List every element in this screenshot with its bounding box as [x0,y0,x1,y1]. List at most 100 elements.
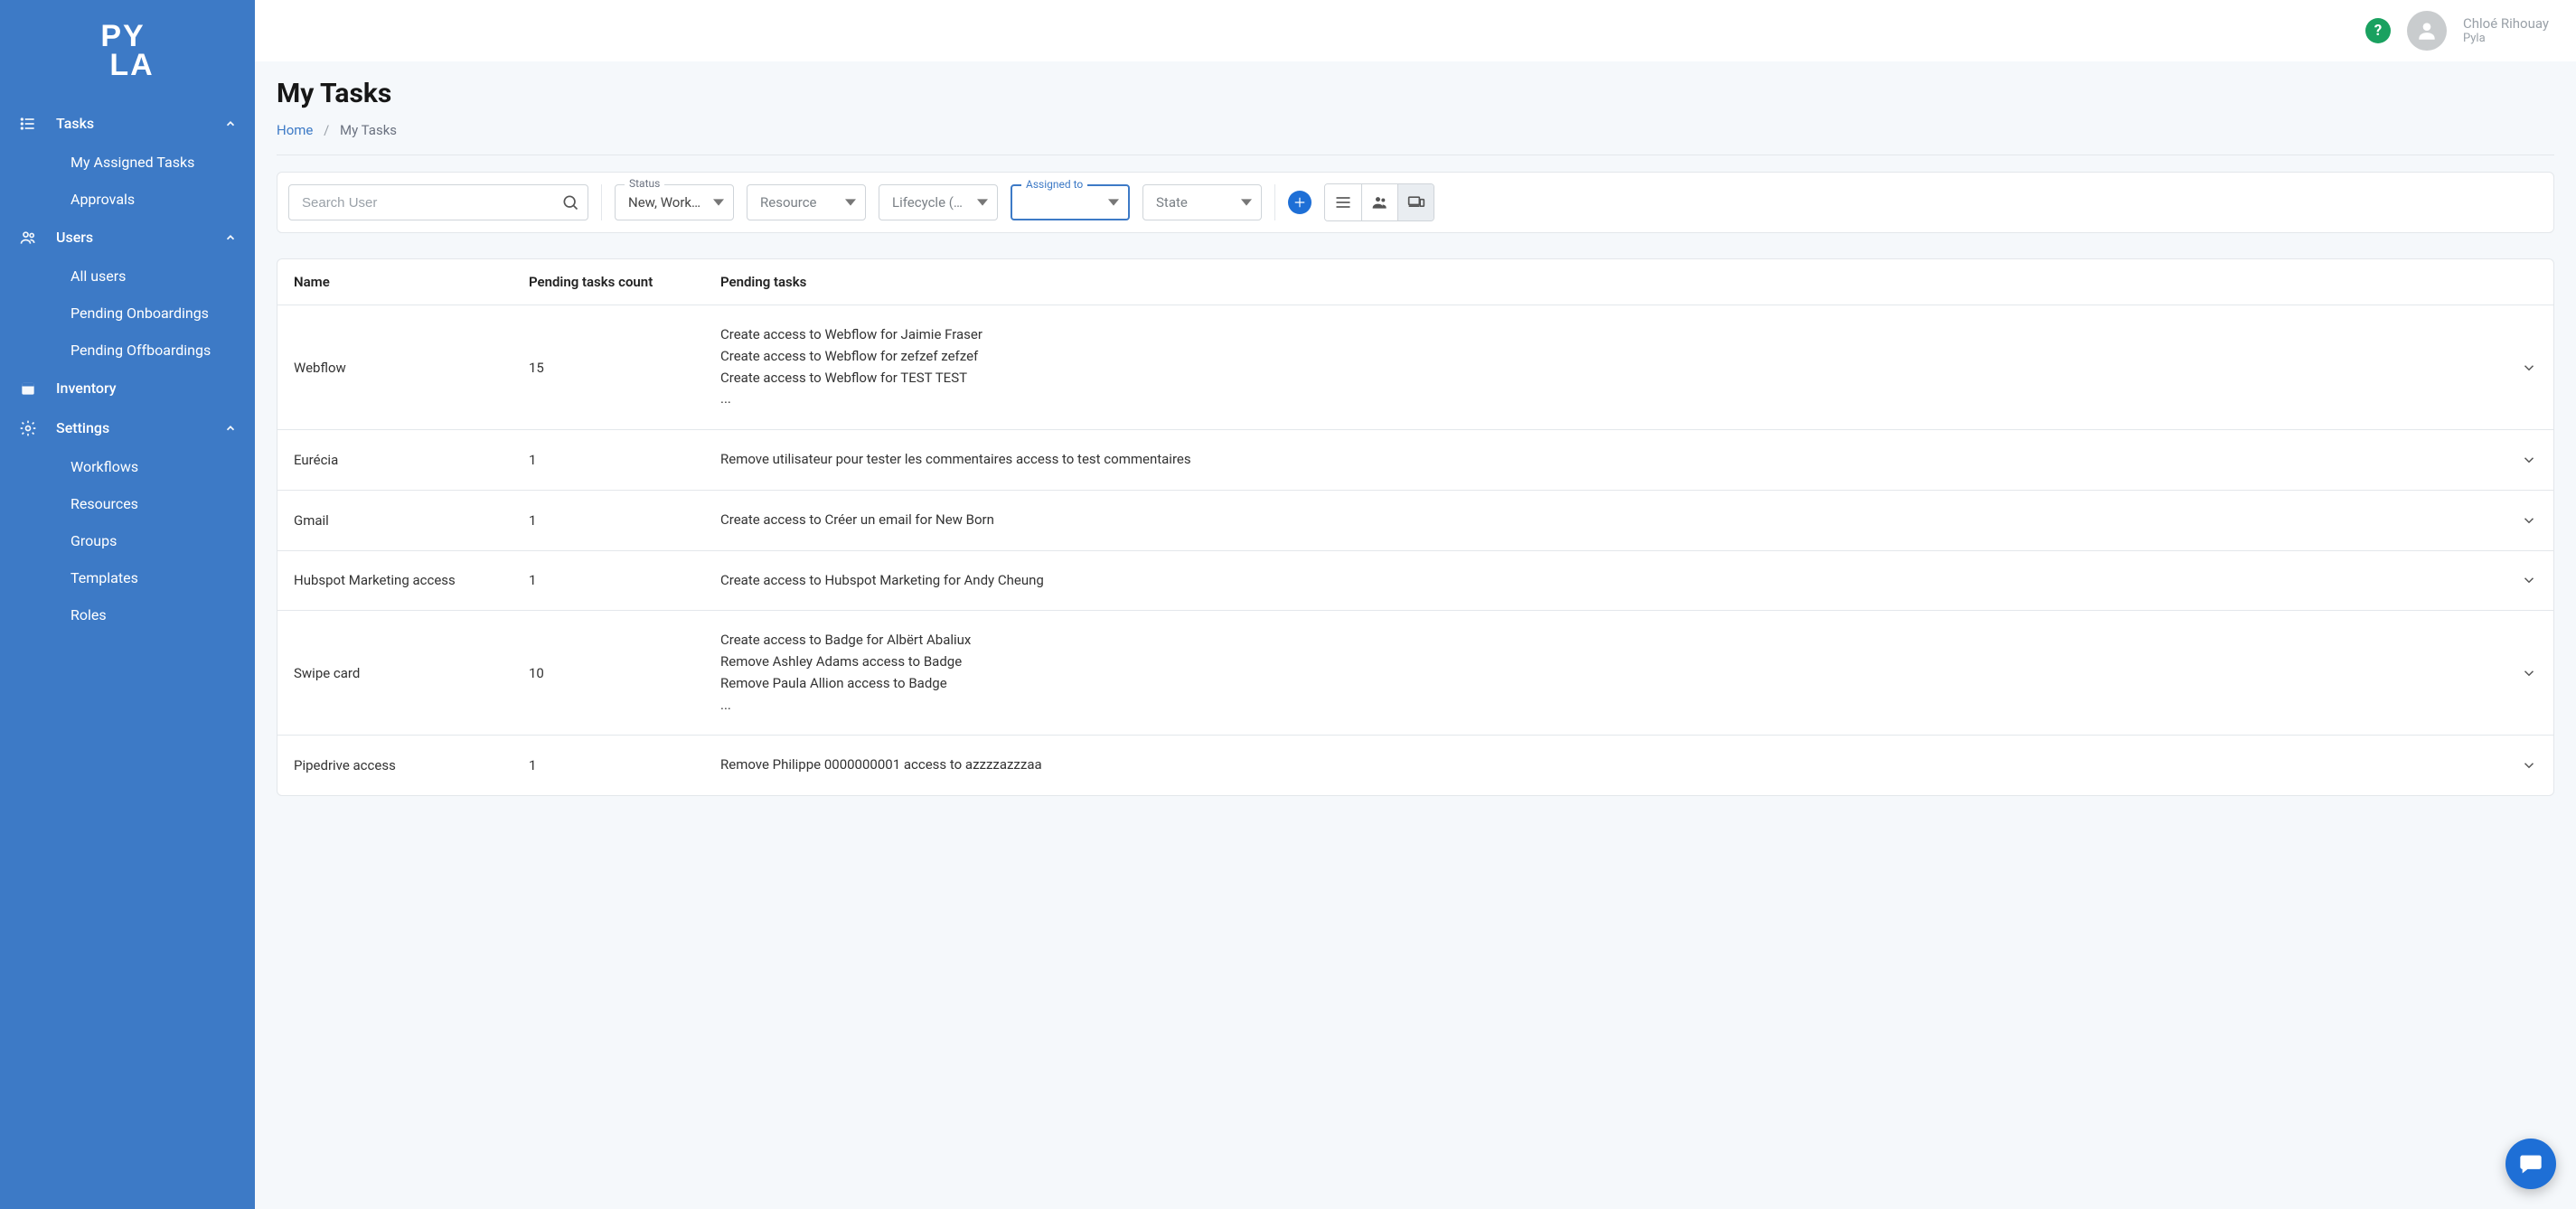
separator [601,184,602,220]
user-org: Pyla [2463,32,2549,46]
gear-icon [18,418,38,438]
row-tasks: Create access to Créer un email for New … [720,511,2487,530]
avatar[interactable] [2407,11,2447,51]
task-line: Create access to Webflow for Jaimie Fras… [720,325,2487,345]
row-count: 1 [529,512,720,529]
search-wrap [288,184,588,220]
help-icon[interactable]: ? [2365,18,2391,43]
tasks-table: Name Pending tasks count Pending tasks W… [277,258,2554,796]
view-people-button[interactable] [1361,184,1397,220]
user-meta: Chloé Rihouay Pyla [2463,15,2549,46]
sidebar-item-settings[interactable]: Settings [0,408,255,448]
lifecycle-select[interactable]: Lifecycle (on... [879,184,998,220]
expand-row-button[interactable] [2487,572,2537,588]
row-name: Webflow [294,360,529,376]
task-line: Create access to Webflow for zefzef zefz… [720,347,2487,367]
row-tasks: Create access to Hubspot Marketing for A… [720,571,2487,591]
separator [1274,184,1275,220]
table-row[interactable]: Pipedrive access1Remove Philippe 0000000… [277,736,2553,795]
chat-fab[interactable] [2505,1139,2556,1189]
breadcrumb: Home / My Tasks [277,122,2554,138]
table-row[interactable]: Eurécia1Remove utilisateur pour tester l… [277,430,2553,491]
row-tasks: Create access to Badge for Albërt Abaliu… [720,631,2487,715]
table-row[interactable]: Hubspot Marketing access1Create access t… [277,551,2553,612]
sidebar: PY LA Tasks My Assigned Tasks Approvals Use… [0,0,255,1209]
sidebar-item-label: Templates [71,569,237,586]
sidebar-item-all-users[interactable]: All users [0,258,255,295]
table-row[interactable]: Swipe card10Create access to Badge for A… [277,611,2553,736]
task-line: Create access to Hubspot Marketing for A… [720,571,2487,591]
assigned-to-select[interactable]: Assigned to [1011,184,1130,220]
view-devices-button[interactable] [1397,184,1434,220]
sidebar-item-label: Users [56,229,224,246]
sidebar-item-roles[interactable]: Roles [0,596,255,633]
sidebar-item-label: Roles [71,606,237,623]
sidebar-item-label: Workflows [71,458,237,475]
sidebar-item-groups[interactable]: Groups [0,522,255,559]
sidebar-item-label: Tasks [56,115,224,132]
sidebar-item-pending-onboardings[interactable]: Pending Onboardings [0,295,255,332]
row-name: Pipedrive access [294,757,529,773]
task-line: Create access to Badge for Albërt Abaliu… [720,631,2487,651]
table-row[interactable]: Gmail1Create access to Créer un email fo… [277,491,2553,551]
expand-row-button[interactable] [2487,452,2537,468]
task-line: Remove Paula Allion access to Badge [720,674,2487,694]
sidebar-item-label: My Assigned Tasks [71,154,237,171]
row-tasks: Remove Philippe 0000000001 access to azz… [720,755,2487,775]
user-name: Chloé Rihouay [2463,15,2549,32]
row-tasks: Remove utilisateur pour tester les comme… [720,450,2487,470]
state-select[interactable]: State [1142,184,1262,220]
sidebar-item-users[interactable]: Users [0,218,255,258]
sidebar-item-label: Inventory [56,380,237,397]
sidebar-item-label: Groups [71,532,237,549]
search-input[interactable] [288,184,588,220]
main: ? Chloé Rihouay Pyla My Tasks Home / My … [255,0,2576,1209]
breadcrumb-current: My Tasks [340,122,397,138]
logo: PY LA [0,14,255,104]
sidebar-item-inventory[interactable]: Inventory [0,369,255,408]
chevron-up-icon [224,117,237,130]
row-name: Swipe card [294,665,529,681]
caret-down-icon [1108,197,1119,208]
sidebar-item-my-assigned-tasks[interactable]: My Assigned Tasks [0,144,255,181]
add-button[interactable] [1288,191,1312,214]
row-count: 1 [529,452,720,468]
row-name: Eurécia [294,452,529,468]
row-tasks: Create access to Webflow for Jaimie Fras… [720,325,2487,409]
sidebar-item-templates[interactable]: Templates [0,559,255,596]
breadcrumb-home[interactable]: Home [277,122,313,138]
page-title: My Tasks [277,78,2554,109]
row-count: 10 [529,665,720,681]
col-tasks: Pending tasks [720,274,2487,290]
sidebar-item-tasks[interactable]: Tasks [0,104,255,144]
users-icon [18,228,38,248]
sidebar-item-workflows[interactable]: Workflows [0,448,255,485]
expand-row-button[interactable] [2487,512,2537,529]
row-count: 15 [529,360,720,376]
task-line: Create access to Webflow for TEST TEST [720,369,2487,389]
row-name: Hubspot Marketing access [294,572,529,588]
sidebar-item-pending-offboardings[interactable]: Pending Offboardings [0,332,255,369]
task-line: Remove Ashley Adams access to Badge [720,652,2487,672]
resource-select[interactable]: Resource [747,184,866,220]
table-row[interactable]: Webflow15Create access to Webflow for Ja… [277,305,2553,430]
caret-down-icon [1241,197,1252,208]
sidebar-item-resources[interactable]: Resources [0,485,255,522]
topbar: ? Chloé Rihouay Pyla [255,0,2576,61]
task-line: Remove utilisateur pour tester les comme… [720,450,2487,470]
expand-row-button[interactable] [2487,665,2537,681]
box-icon [18,379,38,398]
caret-down-icon [977,197,988,208]
sidebar-item-label: Approvals [71,191,237,208]
chevron-up-icon [224,422,237,435]
expand-row-button[interactable] [2487,360,2537,376]
task-line: ... [720,389,2487,409]
sidebar-item-approvals[interactable]: Approvals [0,181,255,218]
sidebar-item-label: Pending Offboardings [71,342,237,359]
sidebar-item-label: Pending Onboardings [71,305,237,322]
filter-bar: Status New, Workon Resource Lifecycle (o… [277,172,2554,233]
status-select[interactable]: Status New, Workon [615,184,734,220]
view-list-button[interactable] [1325,184,1361,220]
expand-row-button[interactable] [2487,757,2537,773]
chevron-up-icon [224,231,237,244]
